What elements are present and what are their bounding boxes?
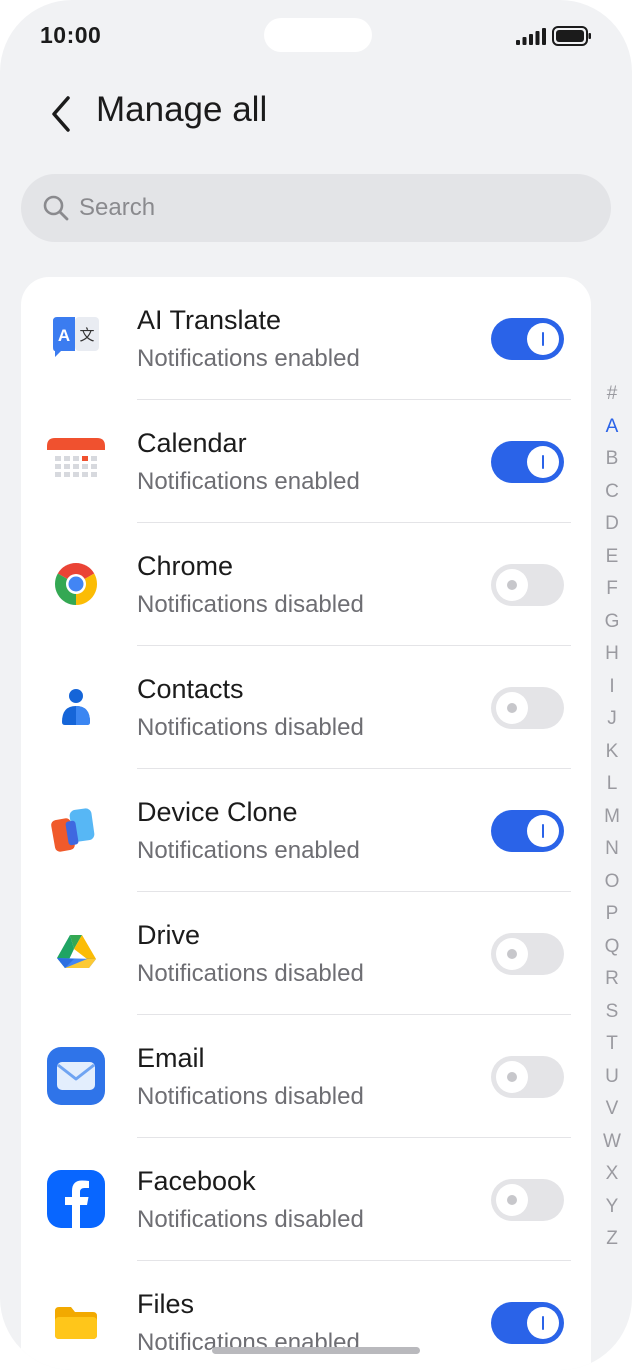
app-name: Files <box>137 1289 195 1319</box>
svg-text:文: 文 <box>79 326 94 344</box>
status-bar: 10:00 <box>0 0 632 72</box>
toggle-knob <box>496 938 528 970</box>
email-icon <box>47 1047 105 1105</box>
home-indicator[interactable] <box>212 1347 420 1354</box>
index-letter[interactable]: M <box>598 801 626 834</box>
index-letter[interactable]: F <box>598 573 626 606</box>
index-letter[interactable]: T <box>598 1028 626 1061</box>
svg-text:A: A <box>58 326 70 345</box>
toggle-knob <box>527 1307 559 1339</box>
toggle-knob <box>527 815 559 847</box>
status-time: 10:00 <box>40 22 102 48</box>
index-letter[interactable]: D <box>598 508 626 541</box>
index-letter[interactable]: L <box>598 768 626 801</box>
phone-screen: 10:00 Manage all Search A 文 AI Translate… <box>0 0 632 1370</box>
index-letter[interactable]: K <box>598 736 626 769</box>
app-status: Notifications disabled <box>137 591 364 618</box>
notification-toggle[interactable] <box>491 564 564 606</box>
app-name: Email <box>137 1043 205 1073</box>
list-item-ai-translate[interactable]: A 文 AI Translate Notifications enabled <box>21 277 591 400</box>
chrome-icon <box>54 563 98 605</box>
index-letter[interactable]: A <box>598 411 626 444</box>
battery-icon <box>552 26 591 46</box>
drive-icon <box>57 935 96 968</box>
index-letter[interactable]: C <box>598 476 626 509</box>
app-name: Chrome <box>137 551 234 581</box>
app-status: Notifications disabled <box>137 1206 364 1233</box>
search-input[interactable]: Search <box>21 174 611 242</box>
toggle-knob <box>496 692 528 724</box>
index-letter[interactable]: J <box>598 703 626 736</box>
app-name: Drive <box>137 920 201 950</box>
device-clone-icon <box>51 808 95 852</box>
notification-toggle[interactable] <box>491 441 564 483</box>
toggle-knob <box>527 323 559 355</box>
index-letter[interactable]: G <box>598 606 626 639</box>
index-letter[interactable]: Q <box>598 931 626 964</box>
index-letter[interactable]: Z <box>598 1223 626 1256</box>
alphabet-index[interactable]: # A B C D E F G H I J K L M N O P Q R S T U V W X Y Z <box>598 378 626 1256</box>
notification-toggle[interactable] <box>491 810 564 852</box>
list-item-chrome[interactable]: Chrome Notifications disabled <box>21 523 591 646</box>
index-letter[interactable]: # <box>598 378 626 411</box>
back-arrow-icon[interactable] <box>44 94 80 134</box>
signal-icon <box>516 28 546 45</box>
index-letter[interactable]: X <box>598 1158 626 1191</box>
index-letter[interactable]: P <box>598 898 626 931</box>
app-name: Calendar <box>137 428 247 458</box>
calendar-icon <box>47 438 105 477</box>
index-letter[interactable]: R <box>598 963 626 996</box>
notification-toggle[interactable] <box>491 687 564 729</box>
notification-toggle[interactable] <box>491 1302 564 1344</box>
app-status: Notifications enabled <box>137 837 360 864</box>
index-letter[interactable]: U <box>598 1061 626 1094</box>
index-letter[interactable]: E <box>598 541 626 574</box>
app-status: Notifications disabled <box>137 1083 364 1110</box>
app-name: Facebook <box>137 1166 256 1196</box>
app-status: Notifications enabled <box>137 345 360 372</box>
list-item-calendar[interactable]: Calendar Notifications enabled <box>21 400 591 523</box>
index-letter[interactable]: Y <box>598 1191 626 1224</box>
list-item-drive[interactable]: Drive Notifications disabled <box>21 892 591 1015</box>
index-letter[interactable]: S <box>598 996 626 1029</box>
notification-toggle[interactable] <box>491 1179 564 1221</box>
toggle-knob <box>496 1061 528 1093</box>
index-letter[interactable]: B <box>598 443 626 476</box>
toggle-knob <box>496 1184 528 1216</box>
app-list: A 文 AI Translate Notifications enabled C… <box>21 277 591 1370</box>
app-status: Notifications disabled <box>137 960 364 987</box>
index-letter[interactable]: O <box>598 866 626 899</box>
list-item-facebook[interactable]: Facebook Notifications disabled <box>21 1138 591 1261</box>
notification-toggle[interactable] <box>491 933 564 975</box>
list-item-contacts[interactable]: Contacts Notifications disabled <box>21 646 591 769</box>
header: Manage all <box>0 80 632 146</box>
notification-toggle[interactable] <box>491 318 564 360</box>
search-icon <box>43 195 69 221</box>
list-item-device-clone[interactable]: Device Clone Notifications enabled <box>21 769 591 892</box>
toggle-knob <box>496 569 528 601</box>
page-title: Manage all <box>96 90 268 129</box>
contacts-icon <box>62 689 90 725</box>
index-letter[interactable]: W <box>598 1126 626 1159</box>
index-letter[interactable]: N <box>598 833 626 866</box>
app-status: Notifications disabled <box>137 714 364 741</box>
camera-pill <box>264 18 372 52</box>
files-icon <box>55 1307 97 1339</box>
notification-toggle[interactable] <box>491 1056 564 1098</box>
ai-translate-icon: A 文 <box>53 317 99 357</box>
list-item-email[interactable]: Email Notifications disabled <box>21 1015 591 1138</box>
app-name: Device Clone <box>137 797 298 827</box>
index-letter[interactable]: H <box>598 638 626 671</box>
app-name: Contacts <box>137 674 244 704</box>
index-letter[interactable]: I <box>598 671 626 704</box>
toggle-knob <box>527 446 559 478</box>
app-status: Notifications enabled <box>137 468 360 495</box>
index-letter[interactable]: V <box>598 1093 626 1126</box>
search-placeholder: Search <box>79 194 156 221</box>
app-name: AI Translate <box>137 305 282 335</box>
facebook-icon <box>47 1170 105 1228</box>
